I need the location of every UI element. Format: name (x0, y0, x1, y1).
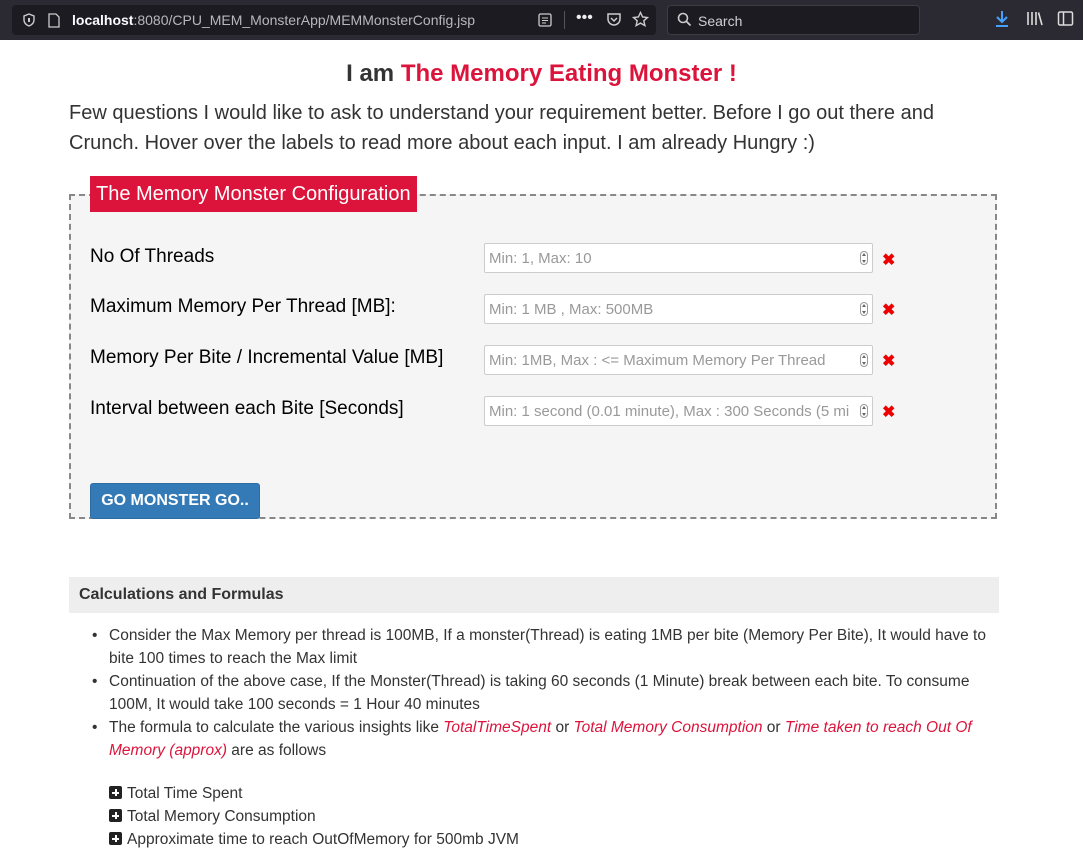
error-icon: ✖ (882, 302, 896, 319)
memory-per-bite-label[interactable]: Memory Per Bite / Incremental Value [MB] (90, 347, 443, 369)
error-icon: ✖ (882, 353, 896, 370)
url-text[interactable]: localhost:8080/CPU_MEM_MonsterApp/MEMMon… (72, 12, 475, 28)
interval-label[interactable]: Interval between each Bite [Seconds] (90, 398, 404, 420)
memory-per-bite-input[interactable] (485, 346, 853, 374)
spinner-icon[interactable] (860, 251, 868, 265)
expand-total-time-spent[interactable]: Total Time Spent (109, 785, 242, 803)
library-icon[interactable] (1026, 10, 1044, 32)
list-item: Continuation of the above case, If the M… (92, 670, 998, 716)
browser-toolbar: localhost:8080/CPU_MEM_MonsterApp/MEMMon… (0, 0, 1083, 40)
threads-label[interactable]: No Of Threads (90, 246, 214, 268)
threads-input[interactable] (485, 244, 853, 272)
interval-input-box (484, 396, 873, 426)
shield-icon[interactable] (22, 13, 36, 32)
search-icon (677, 12, 692, 32)
total-memory-consumption-term: Total Memory Consumption (573, 719, 763, 736)
divider (564, 11, 565, 29)
plus-icon[interactable] (109, 832, 122, 845)
or-text: or (551, 719, 574, 736)
pocket-icon[interactable] (606, 12, 622, 32)
sidebar-icon[interactable] (1057, 10, 1074, 32)
go-monster-button[interactable]: GO MONSTER GO.. (90, 483, 260, 519)
search-box[interactable]: Search (667, 5, 920, 35)
download-icon[interactable] (994, 10, 1010, 33)
plus-icon[interactable] (109, 809, 122, 822)
bookmark-star-icon[interactable] (631, 10, 650, 33)
url-bar[interactable]: localhost:8080/CPU_MEM_MonsterApp/MEMMon… (12, 5, 656, 35)
intro-text: Few questions I would like to ask to und… (69, 102, 934, 154)
bullet3-text: The formula to calculate the various ins… (109, 719, 444, 736)
max-memory-label[interactable]: Maximum Memory Per Thread [MB]: (90, 296, 396, 318)
expand-label: Total Memory Consumption (127, 808, 316, 825)
max-memory-input[interactable] (485, 295, 853, 323)
or-text: or (762, 719, 785, 736)
title-accent: The Memory Eating Monster ! (400, 60, 737, 87)
expand-time-to-oom[interactable]: Approximate time to reach OutOfMemory fo… (109, 831, 519, 849)
list-item: Consider the Max Memory per thread is 10… (92, 624, 998, 670)
expand-label: Total Time Spent (127, 785, 243, 802)
interval-input[interactable] (485, 397, 853, 425)
search-placeholder: Search (698, 13, 743, 29)
spinner-icon[interactable] (860, 404, 868, 418)
bullet3-end: are as follows (227, 742, 327, 759)
url-host: localhost (72, 12, 134, 28)
page-info-icon[interactable] (48, 13, 60, 33)
formula-list: Consider the Max Memory per thread is 10… (92, 624, 998, 762)
max-memory-input-box (484, 294, 873, 324)
list-item: The formula to calculate the various ins… (92, 716, 998, 762)
config-legend: The Memory Monster Configuration (90, 176, 417, 212)
plus-icon[interactable] (109, 786, 122, 799)
error-icon: ✖ (882, 252, 896, 269)
total-time-spent-term: TotalTimeSpent (443, 719, 552, 736)
expand-label: Approximate time to reach OutOfMemory fo… (127, 831, 519, 848)
page-title: I am The Memory Eating Monster ! (0, 60, 1083, 88)
error-icon: ✖ (882, 404, 896, 421)
threads-input-box (484, 243, 873, 273)
reader-view-icon[interactable] (538, 13, 552, 32)
spinner-icon[interactable] (860, 353, 868, 367)
memory-per-bite-input-box (484, 345, 873, 375)
spinner-icon[interactable] (860, 302, 868, 316)
url-path: :8080/CPU_MEM_MonsterApp/MEMMonsterConfi… (133, 12, 476, 28)
more-actions-icon[interactable]: ••• (576, 9, 593, 27)
title-prefix: I am (346, 60, 401, 87)
calc-section-title: Calculations and Formulas (69, 577, 999, 613)
expand-total-memory-consumption[interactable]: Total Memory Consumption (109, 808, 316, 826)
